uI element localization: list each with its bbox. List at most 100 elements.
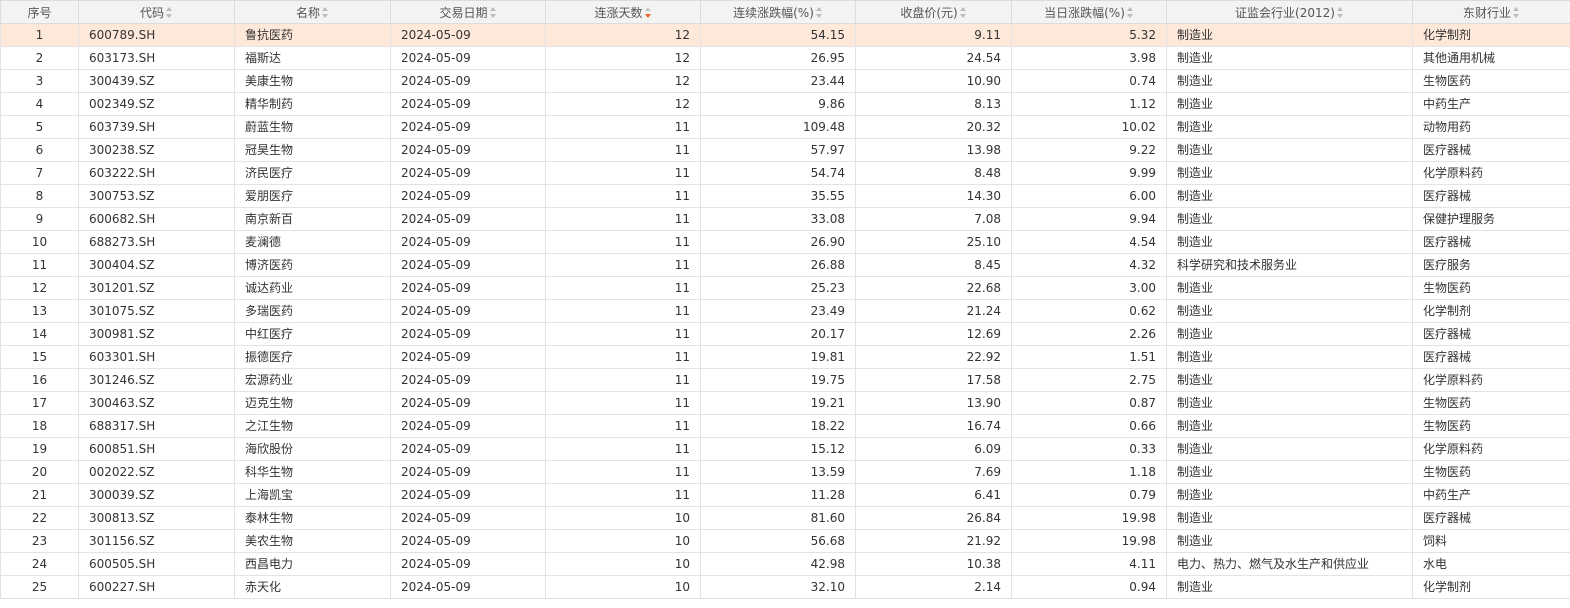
- table-row[interactable]: 18 688317.SH 之江生物 2024-05-09 11 18.22 16.74 0.6…: [0, 414, 1570, 438]
- cell-trade-date: 2024-05-09: [390, 276, 546, 300]
- table-row[interactable]: 9 600682.SH 南京新百 2024-05-09 11 33.08 7.08 9.94 制…: [0, 207, 1570, 231]
- column-header-index: 序号: [0, 0, 79, 24]
- table-row[interactable]: 25 600227.SH 赤天化 2024-05-09 10 32.10 2.14 0.94 制…: [0, 575, 1570, 599]
- cell-cumulative-change: 9.86: [700, 92, 856, 116]
- sort-icon[interactable]: [489, 6, 497, 18]
- cell-eastmoney-industry: 医疗器械: [1412, 506, 1570, 530]
- cell-cumulative-change: 19.81: [700, 345, 856, 369]
- column-header-eastmoney-industry[interactable]: 东财行业: [1412, 0, 1570, 24]
- cell-eastmoney-industry: 生物医药: [1412, 391, 1570, 415]
- table-row[interactable]: 11 300404.SZ 博济医药 2024-05-09 11 26.88 8.45 4.32…: [0, 253, 1570, 277]
- cell-close-price: 16.74: [855, 414, 1012, 438]
- table-row[interactable]: 4 002349.SZ 精华制药 2024-05-09 12 9.86 8.13 1.12 制造…: [0, 92, 1570, 116]
- table-row[interactable]: 19 600851.SH 海欣股份 2024-05-09 11 15.12 6.09 0.33…: [0, 437, 1570, 461]
- table-row[interactable]: 17 300463.SZ 迈克生物 2024-05-09 11 19.21 13.90 0.8…: [0, 391, 1570, 415]
- column-header-close-price[interactable]: 收盘价(元): [855, 0, 1012, 24]
- table-row[interactable]: 14 300981.SZ 中红医疗 2024-05-09 11 20.17 12.69 2.2…: [0, 322, 1570, 346]
- cell-trade-date: 2024-05-09: [390, 299, 546, 323]
- cell-eastmoney-industry: 其他通用机械: [1412, 46, 1570, 70]
- cell-consecutive-days: 12: [545, 69, 701, 93]
- cell-eastmoney-industry: 保健护理服务: [1412, 207, 1570, 231]
- cell-close-price: 9.11: [855, 23, 1012, 47]
- column-header-trade-date[interactable]: 交易日期: [390, 0, 546, 24]
- cell-trade-date: 2024-05-09: [390, 552, 546, 576]
- cell-name: 上海凯宝: [234, 483, 391, 507]
- cell-consecutive-days: 11: [545, 414, 701, 438]
- table-row[interactable]: 8 300753.SZ 爱朋医疗 2024-05-09 11 35.55 14.30 6.00…: [0, 184, 1570, 208]
- cell-close-price: 10.38: [855, 552, 1012, 576]
- sort-icon[interactable]: [322, 6, 329, 18]
- sort-icon[interactable]: [1513, 6, 1520, 18]
- cell-eastmoney-industry: 医疗器械: [1412, 138, 1570, 162]
- cell-code: 600851.SH: [78, 437, 235, 461]
- cell-code: 002349.SZ: [78, 92, 235, 116]
- cell-index: 25: [0, 575, 79, 599]
- table-row[interactable]: 5 603739.SH 蔚蓝生物 2024-05-09 11 109.48 20.32 10.…: [0, 115, 1570, 139]
- cell-consecutive-days: 11: [545, 391, 701, 415]
- sort-icon[interactable]: [166, 6, 173, 18]
- cell-csrc-industry: 制造业: [1166, 69, 1413, 93]
- column-header-cumulative-change[interactable]: 连续涨跌幅(%): [700, 0, 856, 24]
- sort-icon[interactable]: [959, 6, 967, 18]
- cell-close-price: 14.30: [855, 184, 1012, 208]
- table-row[interactable]: 24 600505.SH 西昌电力 2024-05-09 10 42.98 10.38 4.1…: [0, 552, 1570, 576]
- cell-close-price: 21.92: [855, 529, 1012, 553]
- cell-code: 301075.SZ: [78, 299, 235, 323]
- table-row[interactable]: 10 688273.SH 麦澜德 2024-05-09 11 26.90 25.10 4.54…: [0, 230, 1570, 254]
- cell-consecutive-days: 11: [545, 253, 701, 277]
- cell-consecutive-days: 11: [545, 230, 701, 254]
- column-header-daily-change[interactable]: 当日涨跌幅(%): [1011, 0, 1167, 24]
- table-row[interactable]: 21 300039.SZ 上海凯宝 2024-05-09 11 11.28 6.41 0.79…: [0, 483, 1570, 507]
- table-row[interactable]: 13 301075.SZ 多瑞医药 2024-05-09 11 23.49 21.24 0.6…: [0, 299, 1570, 323]
- cell-cumulative-change: 56.68: [700, 529, 856, 553]
- table-row[interactable]: 1 600789.SH 鲁抗医药 2024-05-09 12 54.15 9.11 5.32 制…: [0, 23, 1570, 47]
- cell-consecutive-days: 11: [545, 115, 701, 139]
- cell-close-price: 7.69: [855, 460, 1012, 484]
- cell-index: 7: [0, 161, 79, 185]
- cell-close-price: 7.08: [855, 207, 1012, 231]
- cell-daily-change: 5.32: [1011, 23, 1167, 47]
- cell-csrc-industry: 电力、热力、燃气及水生产和供应业: [1166, 552, 1413, 576]
- table-row[interactable]: 16 301246.SZ 宏源药业 2024-05-09 11 19.75 17.58 2.7…: [0, 368, 1570, 392]
- column-header-name[interactable]: 名称: [234, 0, 391, 24]
- column-header-consecutive-days[interactable]: 连涨天数: [545, 0, 701, 24]
- table-row[interactable]: 2 603173.SH 福斯达 2024-05-09 12 26.95 24.54 3.98 制…: [0, 46, 1570, 70]
- cell-consecutive-days: 11: [545, 322, 701, 346]
- table-row[interactable]: 12 301201.SZ 诚达药业 2024-05-09 11 25.23 22.68 3.0…: [0, 276, 1570, 300]
- cell-name: 迈克生物: [234, 391, 391, 415]
- cell-name: 美农生物: [234, 529, 391, 553]
- cell-consecutive-days: 11: [545, 345, 701, 369]
- cell-trade-date: 2024-05-09: [390, 161, 546, 185]
- column-header-csrc-industry[interactable]: 证监会行业(2012): [1166, 0, 1413, 24]
- sort-icon[interactable]: [1126, 6, 1134, 18]
- cell-cumulative-change: 57.97: [700, 138, 856, 162]
- cell-index: 10: [0, 230, 79, 254]
- cell-trade-date: 2024-05-09: [390, 138, 546, 162]
- table-row[interactable]: 6 300238.SZ 冠昊生物 2024-05-09 11 57.97 13.98 9.22…: [0, 138, 1570, 162]
- sort-icon[interactable]: [815, 6, 823, 18]
- cell-close-price: 6.09: [855, 437, 1012, 461]
- table-row[interactable]: 20 002022.SZ 科华生物 2024-05-09 11 13.59 7.69 1.18…: [0, 460, 1570, 484]
- table-row[interactable]: 3 300439.SZ 美康生物 2024-05-09 12 23.44 10.90 0.74…: [0, 69, 1570, 93]
- cell-eastmoney-industry: 饲料: [1412, 529, 1570, 553]
- cell-code: 300981.SZ: [78, 322, 235, 346]
- table-row[interactable]: 15 603301.SH 振德医疗 2024-05-09 11 19.81 22.92 1.5…: [0, 345, 1570, 369]
- cell-eastmoney-industry: 化学原料药: [1412, 368, 1570, 392]
- cell-code: 300039.SZ: [78, 483, 235, 507]
- cell-name: 美康生物: [234, 69, 391, 93]
- sort-icon[interactable]: [1336, 6, 1344, 18]
- column-header-code[interactable]: 代码: [78, 0, 235, 24]
- cell-daily-change: 4.32: [1011, 253, 1167, 277]
- table-row[interactable]: 22 300813.SZ 泰林生物 2024-05-09 10 81.60 26.84 19.…: [0, 506, 1570, 530]
- cell-consecutive-days: 11: [545, 437, 701, 461]
- cell-index: 20: [0, 460, 79, 484]
- table-row[interactable]: 23 301156.SZ 美农生物 2024-05-09 10 56.68 21.92 19.…: [0, 529, 1570, 553]
- cell-consecutive-days: 10: [545, 506, 701, 530]
- sort-desc-icon[interactable]: [644, 6, 652, 18]
- cell-code: 688273.SH: [78, 230, 235, 254]
- cell-consecutive-days: 11: [545, 161, 701, 185]
- table-row[interactable]: 7 603222.SH 济民医疗 2024-05-09 11 54.74 8.48 9.99 制…: [0, 161, 1570, 185]
- cell-daily-change: 1.18: [1011, 460, 1167, 484]
- cell-daily-change: 1.51: [1011, 345, 1167, 369]
- cell-consecutive-days: 12: [545, 46, 701, 70]
